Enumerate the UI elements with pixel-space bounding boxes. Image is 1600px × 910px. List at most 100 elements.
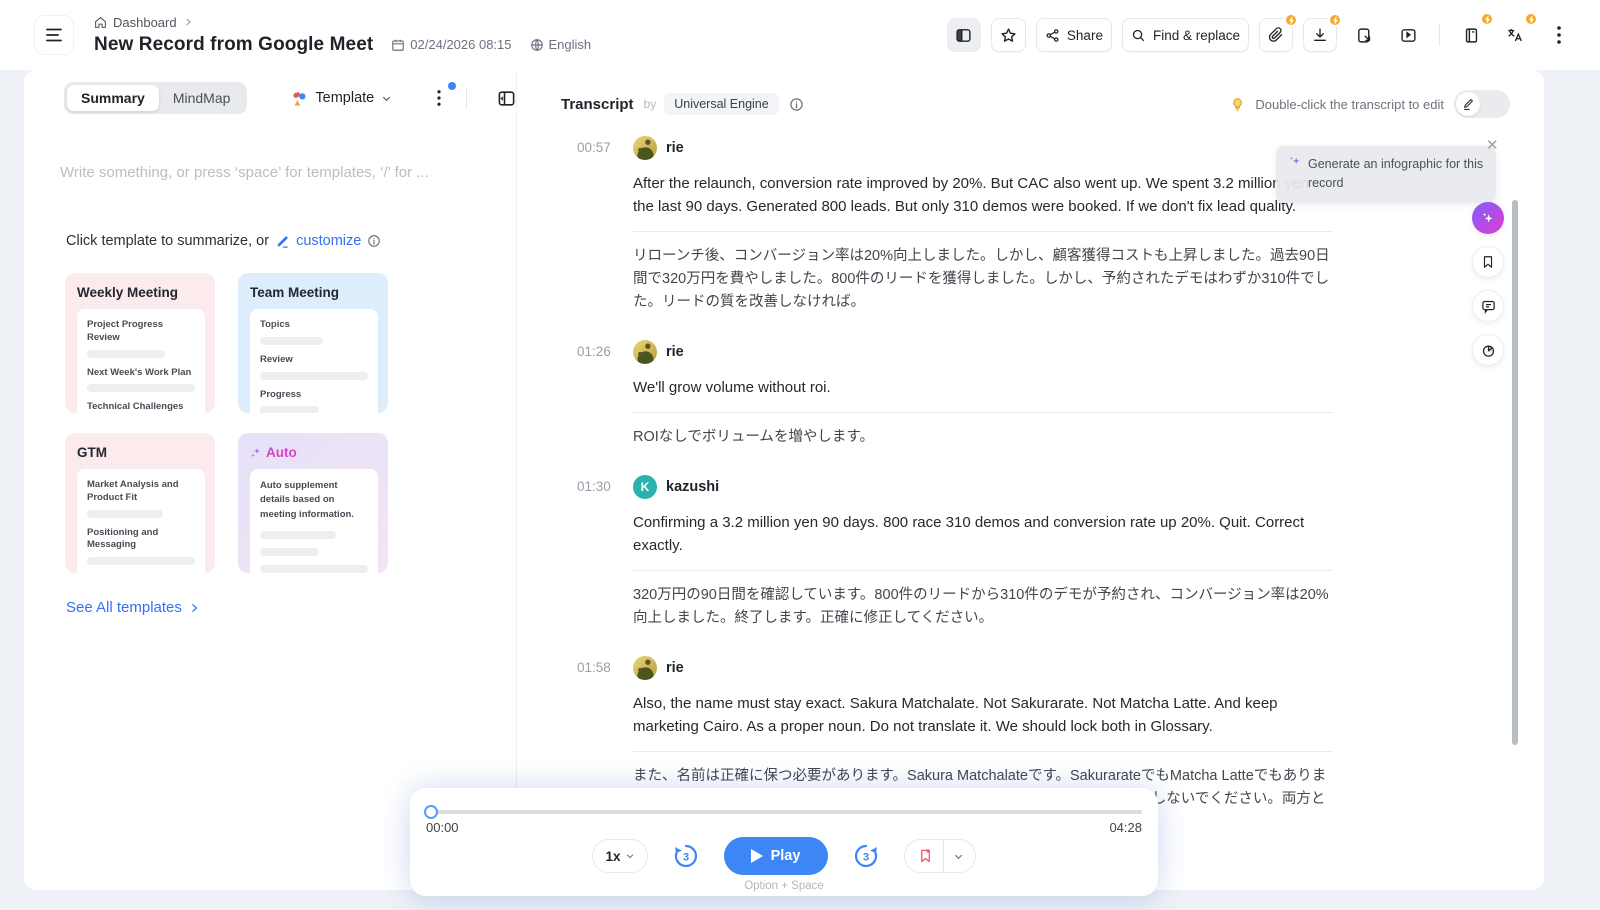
pro-badge-icon <box>1524 12 1538 26</box>
timestamp[interactable]: 01:26 <box>577 340 633 449</box>
paperclip-icon <box>1268 27 1284 43</box>
transcript-text[interactable]: After the relaunch, conversion rate impr… <box>633 172 1333 218</box>
svg-text:3: 3 <box>862 852 868 864</box>
transcript-text[interactable]: Also, the name must stay exact. Sakura M… <box>633 692 1333 738</box>
share-icon <box>1045 28 1060 43</box>
close-icon[interactable]: ✕ <box>1486 136 1499 154</box>
transcript-entries: 00:57 rie After the relaunch, conversion… <box>518 118 1544 834</box>
transcript-translation[interactable]: 320万円の90日間を確認しています。800件のリードから310件のデモが予約さ… <box>633 584 1333 630</box>
play-button[interactable]: Play <box>724 837 828 875</box>
find-replace-button[interactable]: Find & replace <box>1122 18 1249 52</box>
tooltip-text: Generate an infographic for this record <box>1308 155 1484 194</box>
template-preview: Auto supplement details based on meeting… <box>250 469 378 573</box>
analytics-button[interactable] <box>1472 334 1504 366</box>
avatar: K <box>633 475 657 499</box>
divider <box>633 751 1333 752</box>
add-bookmark-control <box>904 839 976 873</box>
breadcrumb[interactable]: Dashboard <box>94 15 591 30</box>
transcript-text[interactable]: We'll grow volume without roi. <box>633 376 1333 399</box>
template-preview: Project Progress Review Next Week's Work… <box>77 309 205 413</box>
bookmark-list-button[interactable] <box>1472 246 1504 278</box>
comments-button[interactable] <box>1472 290 1504 322</box>
edit-mode-toggle[interactable] <box>1454 90 1510 118</box>
sparkle-icon <box>250 447 262 459</box>
current-time: 00:00 <box>426 820 459 835</box>
add-bookmark-button[interactable] <box>905 848 943 864</box>
template-dropdown[interactable]: Template <box>291 90 392 107</box>
record-language[interactable]: English <box>530 37 592 52</box>
tab-mindmap[interactable]: MindMap <box>159 85 245 111</box>
export-notes-button[interactable] <box>1347 18 1381 52</box>
scrollbar[interactable] <box>1512 200 1518 745</box>
transcript-text[interactable]: Confirming a 3.2 million yen 90 days. 80… <box>633 511 1333 557</box>
avatar <box>633 136 657 160</box>
pencil-icon <box>1456 92 1480 116</box>
timestamp[interactable]: 01:30 <box>577 475 633 630</box>
play-icon <box>751 849 763 863</box>
rewind-3-button[interactable]: 3 <box>672 842 700 870</box>
calendar-icon <box>391 38 405 52</box>
download-button[interactable] <box>1303 18 1337 52</box>
hamburger-menu-button[interactable] <box>34 15 74 55</box>
edit-hint-text: Double-click the transcript to edit <box>1255 97 1444 112</box>
template-card-title: GTM <box>77 445 205 460</box>
breadcrumb-label[interactable]: Dashboard <box>113 15 177 30</box>
translate-icon <box>1506 26 1524 44</box>
pro-badge-icon <box>1480 12 1494 26</box>
speaker-name[interactable]: kazushi <box>666 479 719 495</box>
divider <box>633 412 1333 413</box>
forward-3-button[interactable]: 3 <box>852 842 880 870</box>
customize-link[interactable]: customize <box>296 233 361 249</box>
total-time: 04:28 <box>1109 820 1142 835</box>
progress-handle[interactable] <box>424 805 438 819</box>
attachment-button[interactable] <box>1259 18 1293 52</box>
more-options-button[interactable] <box>1542 18 1576 52</box>
home-icon <box>94 16 107 29</box>
speaker-name[interactable]: rie <box>666 344 684 360</box>
download-icon <box>1312 27 1328 43</box>
notebook-button[interactable] <box>1454 18 1488 52</box>
progress-bar[interactable] <box>426 810 1142 814</box>
panel-left-icon <box>955 27 972 44</box>
collapse-panel-icon <box>497 89 516 108</box>
timestamp[interactable]: 00:57 <box>577 136 633 314</box>
move-to-folder-button[interactable] <box>1391 18 1425 52</box>
favorite-button[interactable] <box>991 18 1026 52</box>
by-label: by <box>644 97 657 111</box>
bookmark-options-button[interactable] <box>944 851 975 862</box>
divider <box>633 570 1333 571</box>
speaker-name[interactable]: rie <box>666 660 684 676</box>
transcript-translation[interactable]: ROIなしでボリュームを増やします。 <box>633 426 1333 449</box>
transcript-translation[interactable]: リローンチ後、コンバージョン率は20%向上しました。しかし、顧客獲得コストも上昇… <box>633 245 1333 314</box>
summary-editor[interactable]: Write something, or press ‘space’ for te… <box>60 164 516 181</box>
collapse-panel-button[interactable] <box>497 89 516 108</box>
bookmark-icon <box>1481 255 1495 269</box>
pro-badge-icon <box>1328 13 1342 27</box>
share-button[interactable]: Share <box>1036 18 1112 52</box>
template-card-weekly-meeting[interactable]: Weekly Meeting Project Progress Review N… <box>65 273 215 413</box>
summary-more-button[interactable] <box>428 86 450 110</box>
divider <box>466 87 467 109</box>
playback-speed-selector[interactable]: 1x <box>592 839 647 873</box>
clipboard-arrow-icon <box>1356 27 1373 44</box>
summary-mindmap-tabs: Summary MindMap <box>64 82 247 114</box>
template-card-gtm[interactable]: GTM Market Analysis and Product Fit Posi… <box>65 433 215 573</box>
summary-panel: Summary MindMap Template Write somethin <box>24 70 517 890</box>
info-icon <box>789 97 804 112</box>
template-card-team-meeting[interactable]: Team Meeting Topics Review Progress <box>238 273 388 413</box>
template-card-auto[interactable]: Auto Auto supplement details based on me… <box>238 433 388 573</box>
template-preview: Market Analysis and Product Fit Position… <box>77 469 205 573</box>
tab-summary[interactable]: Summary <box>67 85 159 111</box>
see-all-templates-link[interactable]: See All templates <box>66 599 516 616</box>
engine-selector[interactable]: Universal Engine <box>664 93 779 115</box>
translate-button[interactable] <box>1498 18 1532 52</box>
notebook-icon <box>1463 27 1480 44</box>
toggle-sidebar-button[interactable] <box>947 18 981 52</box>
template-card-title: Team Meeting <box>250 285 378 300</box>
divider <box>633 231 1333 232</box>
ai-suggestion-tooltip[interactable]: Generate an infographic for this record <box>1276 146 1496 203</box>
ai-assistant-button[interactable] <box>1472 202 1504 234</box>
page-title[interactable]: New Record from Google Meet <box>94 34 373 56</box>
star-icon <box>1000 27 1017 44</box>
speaker-name[interactable]: rie <box>666 140 684 156</box>
